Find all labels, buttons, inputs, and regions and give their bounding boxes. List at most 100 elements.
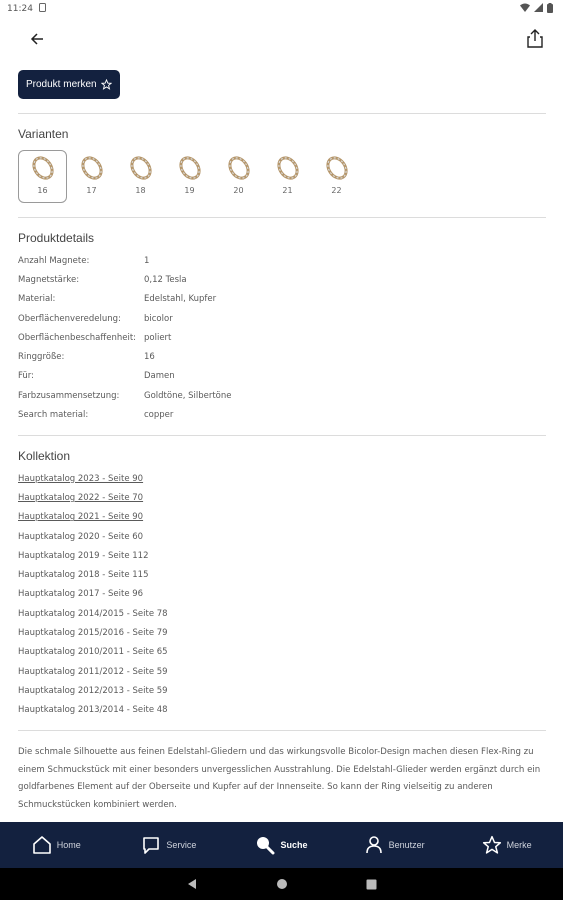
ring-image	[31, 156, 54, 180]
details-table: Anzahl Magnete: 1 Magnetstärke: 0,12 Tesla…	[18, 251, 546, 425]
detail-key: Search material:	[18, 410, 89, 421]
detail-key: Für:	[18, 371, 35, 382]
ring-image	[227, 156, 250, 180]
variant-size-label: 16	[37, 186, 48, 195]
variant-20[interactable]: 20	[214, 150, 263, 203]
star-outline-icon	[100, 79, 112, 90]
detail-row: Oberflächenveredelung: bicolor	[18, 309, 546, 328]
collection-item: Hauptkatalog 2019 - Seite 112	[18, 550, 149, 561]
detail-value: 16	[144, 352, 155, 363]
system-back-icon[interactable]	[186, 878, 198, 890]
signal-icon	[534, 3, 543, 15]
detail-key: Material:	[18, 294, 56, 305]
variant-16[interactable]: 16	[18, 150, 67, 203]
star-icon	[482, 835, 501, 854]
ring-image	[80, 156, 103, 180]
variant-22[interactable]: 22	[312, 150, 361, 203]
nav-merke[interactable]: Merke	[450, 822, 563, 868]
detail-row: Ringgröße: 16	[18, 347, 546, 366]
detail-row: Farbzusammensetzung: Goldtöne, Silbertöne	[18, 386, 546, 405]
wifi-icon	[520, 3, 530, 15]
collection-item: Hauptkatalog 2015/2016 - Seite 79	[18, 628, 168, 639]
system-nav-bar	[0, 868, 563, 900]
status-bar: 11:24	[0, 0, 563, 18]
nav-service[interactable]: Service	[113, 822, 226, 868]
detail-key: Anzahl Magnete:	[18, 255, 90, 266]
collection-item: Hauptkatalog 2014/2015 - Seite 78	[18, 608, 168, 619]
nav-label: Home	[56, 840, 81, 850]
detail-row: Search material: copper	[18, 405, 546, 424]
detail-row: Material: Edelstahl, Kupfer	[18, 290, 546, 309]
variant-size-label: 20	[233, 186, 244, 195]
user-icon	[365, 836, 382, 854]
detail-key: Ringgröße:	[18, 352, 65, 363]
detail-value: Goldtöne, Silbertöne	[144, 390, 232, 401]
detail-key: Oberflächenbeschaffenheit:	[18, 332, 137, 343]
arrow-left-icon	[30, 33, 43, 45]
collection-title: Kollektion	[18, 449, 71, 463]
search-icon	[257, 837, 275, 855]
collection-item: Hauptkatalog 2017 - Seite 96	[18, 589, 144, 600]
nav-suche[interactable]: Suche	[225, 822, 338, 868]
produkt-merken-button[interactable]: Produkt merken	[18, 70, 120, 99]
nav-benutzer[interactable]: Benutzer	[338, 822, 451, 868]
detail-row: Anzahl Magnete: 1	[18, 251, 546, 270]
system-recents-icon[interactable]	[366, 879, 377, 890]
variants-title: Varianten	[18, 127, 69, 141]
variant-21[interactable]: 21	[263, 150, 312, 203]
nav-label: Benutzer	[388, 840, 425, 850]
ring-image	[129, 156, 152, 180]
variant-18[interactable]: 18	[116, 150, 165, 203]
app-bar	[0, 18, 563, 60]
divider	[18, 435, 546, 436]
detail-key: Oberflächenveredelung:	[18, 313, 121, 324]
variant-size-label: 18	[135, 186, 146, 195]
collection-link[interactable]: Hauptkatalog 2022 - Seite 70	[18, 488, 546, 507]
details-title: Produktdetails	[18, 231, 95, 245]
variant-size-label: 17	[86, 186, 97, 195]
collection-link[interactable]: Hauptkatalog 2023 - Seite 90	[18, 469, 546, 488]
ring-image	[276, 156, 299, 180]
product-description: Die schmale Silhouette aus feinen Edelst…	[18, 747, 541, 810]
divider	[18, 217, 546, 218]
nav-label: Service	[166, 840, 197, 850]
detail-value: 1	[144, 255, 150, 266]
detail-value: Damen	[144, 371, 175, 382]
detail-value: 0,12 Tesla	[144, 274, 187, 285]
variant-19[interactable]: 19	[165, 150, 214, 203]
chat-icon	[143, 837, 160, 854]
detail-key: Magnetstärke:	[18, 274, 80, 285]
nav-label: Suche	[280, 840, 308, 850]
product-content: Produkt merken Varianten 16 17 18 19 20 …	[0, 60, 563, 822]
divider	[18, 730, 546, 731]
variant-size-label: 21	[282, 186, 293, 195]
battery-icon	[547, 2, 553, 16]
back-button[interactable]	[26, 28, 48, 50]
share-icon	[527, 29, 543, 48]
divider	[18, 113, 546, 114]
collection-item: Hauptkatalog 2011/2012 - Seite 59	[18, 666, 168, 677]
collection-item: Hauptkatalog 2018 - Seite 115	[18, 570, 149, 581]
system-home-icon[interactable]	[276, 878, 288, 890]
collection-list: Hauptkatalog 2023 - Seite 90 Hauptkatalo…	[18, 469, 546, 720]
detail-key: Farbzusammensetzung:	[18, 390, 120, 401]
status-time: 11:24	[7, 4, 33, 14]
collection-item: Hauptkatalog 2010/2011 - Seite 65	[18, 647, 168, 658]
detail-value: Edelstahl, Kupfer	[144, 294, 217, 305]
variants-list: 16 17 18 19 20 21 22	[18, 150, 361, 203]
ring-image	[325, 156, 348, 180]
detail-value: poliert	[144, 332, 172, 343]
ring-image	[178, 156, 201, 180]
collection-link[interactable]: Hauptkatalog 2021 - Seite 90	[18, 508, 546, 527]
nav-label: Merke	[506, 840, 532, 850]
share-button[interactable]	[523, 26, 547, 50]
collection-item: Hauptkatalog 2020 - Seite 60	[18, 531, 144, 542]
produkt-merken-label: Produkt merken	[26, 79, 97, 90]
collection-item: Hauptkatalog 2012/2013 - Seite 59	[18, 685, 168, 696]
detail-row: Magnetstärke: 0,12 Tesla	[18, 270, 546, 289]
detail-value: bicolor	[144, 313, 173, 324]
variant-17[interactable]: 17	[67, 150, 116, 203]
nav-home[interactable]: Home	[0, 822, 113, 868]
home-icon	[32, 836, 51, 854]
variant-size-label: 19	[184, 186, 195, 195]
